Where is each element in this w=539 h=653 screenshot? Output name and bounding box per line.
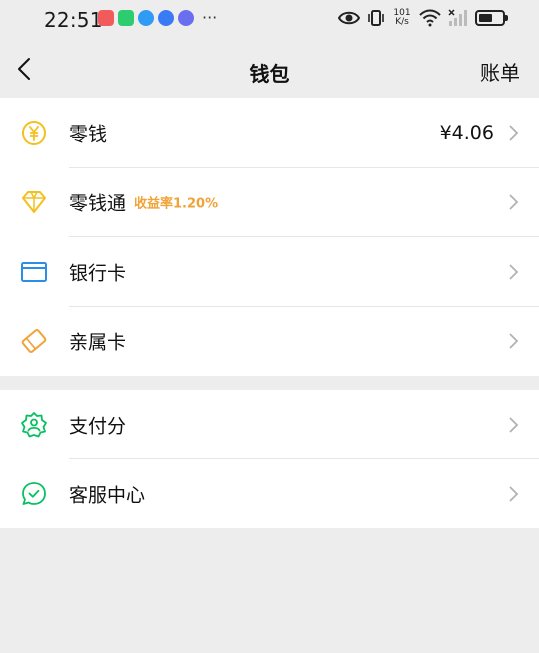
status-bar: 22:51 ··· 101 K/s: [0, 0, 539, 40]
app-notification-icon: [98, 10, 114, 26]
payment-score-icon: [21, 411, 47, 437]
diamond-icon: [22, 191, 46, 214]
signal-icon: [448, 9, 467, 26]
list-item-label: 零钱通 收益率1.20%: [69, 189, 218, 216]
list-item-bank-card[interactable]: 银行卡: [0, 237, 539, 307]
wifi-icon: [419, 9, 441, 27]
list-item-label: 零钱: [69, 123, 108, 146]
list-item-label: 客服中心: [69, 484, 146, 506]
chevron-right-icon: [509, 125, 519, 141]
app-notification-icon: [118, 10, 134, 26]
vibrate-icon: [368, 10, 384, 26]
wallet-secondary-list: 支付分 客服中心: [0, 390, 539, 528]
yuan-coin-icon: [22, 120, 46, 145]
network-speed: 101 K/s: [392, 9, 412, 27]
notification-icons: ···: [98, 10, 217, 26]
status-time: 22:51: [44, 8, 103, 32]
network-speed-unit: K/s: [395, 17, 409, 27]
list-item-label: 银行卡: [69, 262, 127, 285]
balance-value: ¥4.06: [439, 121, 494, 144]
list-item-change[interactable]: 零钱 ¥4.06: [0, 98, 539, 168]
more-notifications-icon: ···: [202, 8, 218, 27]
page-title: 钱包: [249, 62, 290, 86]
chevron-right-icon: [509, 416, 519, 433]
list-item-lingqiantong[interactable]: 零钱通 收益率1.20%: [0, 168, 539, 237]
chevron-right-icon: [509, 194, 519, 210]
nav-bar: 钱包 账单: [0, 40, 539, 98]
app-notification-icon: [158, 10, 174, 26]
chevron-right-icon: [509, 264, 519, 280]
list-item-title: 零钱通: [69, 192, 127, 215]
wallet-main-list: 零钱 ¥4.06 零钱通 收益率1.20% 银行卡 亲属卡: [0, 98, 539, 376]
list-item-label: 亲属卡: [69, 331, 127, 354]
eye-icon: [338, 11, 360, 25]
list-item-payment-score[interactable]: 支付分: [0, 390, 539, 459]
app-notification-icon: [138, 10, 154, 26]
app-notification-icon: [178, 10, 194, 26]
list-item-family-card[interactable]: 亲属卡: [0, 307, 539, 377]
family-card-icon: [21, 329, 47, 354]
chevron-right-icon: [509, 485, 519, 502]
chevron-right-icon: [509, 333, 519, 349]
battery-level: [479, 14, 493, 22]
system-status-icons: 101 K/s: [338, 9, 508, 27]
yield-rate-tag: 收益率1.20%: [134, 196, 219, 212]
battery-icon: [475, 10, 508, 26]
bank-card-icon: [21, 261, 47, 282]
list-item-customer-service[interactable]: 客服中心: [0, 459, 539, 528]
list-item-label: 支付分: [69, 415, 127, 437]
customer-service-icon: [22, 481, 46, 505]
bill-link[interactable]: 账单: [480, 57, 520, 86]
